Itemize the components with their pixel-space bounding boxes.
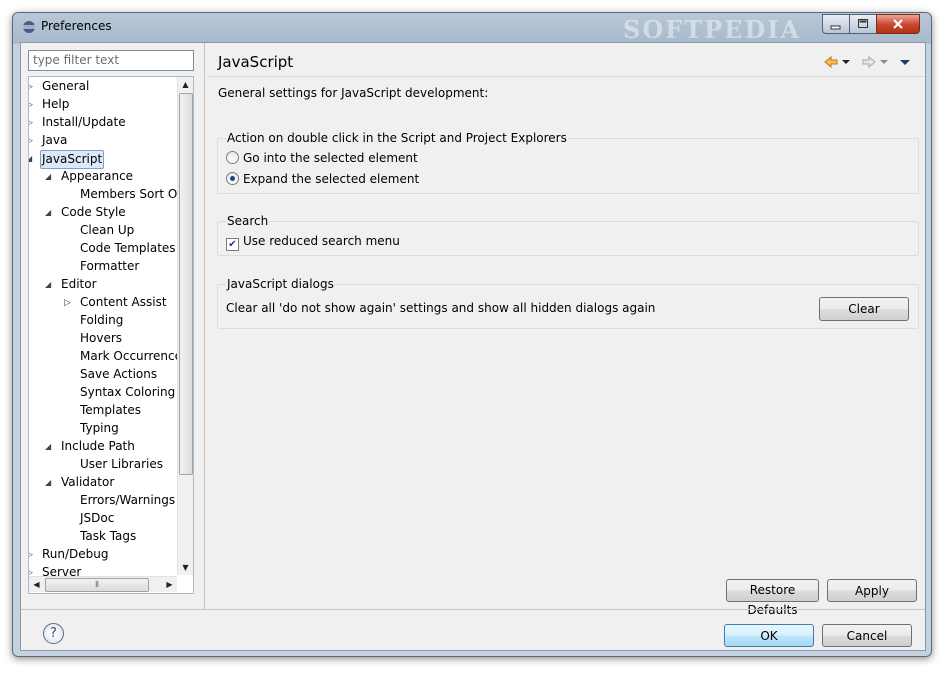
tree-item-label: Java	[42, 133, 68, 147]
forward-arrow-icon[interactable]	[861, 54, 877, 70]
clear-button[interactable]: Clear	[819, 297, 909, 321]
tree-horizontal-scrollbar[interactable]: ◀ ⦀ ▶	[29, 576, 177, 592]
footer-separator	[21, 609, 925, 610]
expanded-arrow-icon[interactable]	[45, 276, 55, 294]
tree-item-label: Hovers	[80, 331, 123, 345]
reduced-search-checkbox-row[interactable]: ✔ Use reduced search menu	[226, 233, 400, 251]
expanded-arrow-icon[interactable]	[45, 474, 55, 492]
title-bar[interactable]: Preferences SOFTPEDIA	[13, 13, 931, 44]
expanded-arrow-icon[interactable]	[45, 204, 55, 222]
cancel-button[interactable]: Cancel	[822, 624, 912, 647]
tree-vertical-scrollbar[interactable]: ▲ ▼	[177, 77, 193, 575]
expanded-arrow-icon[interactable]	[29, 150, 36, 168]
collapsed-arrow-icon[interactable]	[29, 96, 36, 114]
reduced-search-checkbox[interactable]: ✔	[226, 238, 239, 251]
tree-item-label: Members Sort O	[80, 187, 178, 201]
tree-item-label: Errors/Warnings	[80, 493, 176, 507]
tree-item-label: Validator	[61, 475, 115, 489]
apply-button[interactable]: Apply	[827, 579, 917, 602]
preferences-window: Preferences SOFTPEDIA ServerRun/DebugTas…	[12, 12, 932, 657]
ok-button[interactable]: OK	[724, 624, 814, 647]
scroll-down-icon[interactable]: ▼	[178, 560, 193, 575]
radio-button[interactable]	[226, 172, 239, 185]
tree-item-label: Mark Occurrence	[80, 349, 183, 363]
tree-item-label: User Libraries	[80, 457, 163, 471]
double-click-group-title: Action on double click in the Script and…	[226, 131, 568, 145]
watermark: SOFTPEDIA	[623, 15, 802, 44]
tree-item-label: JSDoc	[80, 511, 115, 525]
scroll-right-icon[interactable]: ▶	[162, 577, 177, 592]
tree-item-label: Code Templates	[80, 241, 176, 255]
restore-defaults-button[interactable]: Restore Defaults	[726, 579, 819, 617]
forward-dropdown-icon[interactable]	[879, 54, 889, 70]
collapsed-arrow-icon[interactable]	[29, 114, 36, 132]
close-icon	[893, 19, 903, 29]
tree-item-label: Editor	[61, 277, 97, 291]
collapsed-arrow-icon[interactable]	[29, 546, 36, 564]
tree-item-label: Help	[42, 97, 70, 111]
tree-item-label: Syntax Coloring	[80, 385, 176, 399]
filter-input[interactable]	[29, 51, 195, 68]
minimize-icon	[830, 25, 841, 30]
minimize-button[interactable]	[822, 14, 850, 34]
scroll-up-icon[interactable]: ▲	[178, 77, 193, 92]
tree-item-label: Install/Update	[42, 115, 126, 129]
filter-field[interactable]	[28, 50, 195, 71]
radio-expand[interactable]: Expand the selected element	[226, 171, 419, 187]
reduced-search-label: Use reduced search menu	[243, 234, 400, 248]
radio-go-into[interactable]: Go into the selected element	[226, 150, 418, 166]
search-group: Search ✔ Use reduced search menu	[217, 214, 919, 256]
tree-item-label: Folding	[80, 313, 124, 327]
tree-item-label: Clean Up	[80, 223, 135, 237]
radio-button[interactable]	[226, 151, 239, 164]
tree-item-label: Code Style	[61, 205, 126, 219]
scroll-thumb-horizontal[interactable]: ⦀	[45, 578, 149, 592]
pane-splitter[interactable]	[204, 43, 205, 609]
collapsed-arrow-icon[interactable]	[64, 294, 74, 312]
tree-item-label: JavaScript	[40, 150, 105, 169]
tree-item-label: Content Assist	[80, 295, 167, 309]
expanded-arrow-icon[interactable]	[45, 168, 55, 186]
tree-item-label: Save Actions	[80, 367, 158, 381]
dialogs-group-text: Clear all 'do not show again' settings a…	[226, 301, 656, 315]
tree-item-label: General	[42, 79, 90, 93]
view-menu-icon[interactable]	[899, 54, 911, 70]
dialog-client-area: ServerRun/DebugTask TagsJSDocErrors/Warn…	[20, 42, 926, 651]
page-description: General settings for JavaScript developm…	[218, 86, 489, 100]
preferences-tree[interactable]: ServerRun/DebugTask TagsJSDocErrors/Warn…	[28, 76, 194, 594]
eclipse-icon	[23, 21, 35, 33]
collapsed-arrow-icon[interactable]	[29, 132, 36, 150]
search-group-title: Search	[226, 214, 270, 228]
radio-expand-label: Expand the selected element	[243, 172, 420, 186]
javascript-dialogs-group: JavaScript dialogs Clear all 'do not sho…	[217, 277, 919, 329]
dialogs-group-title: JavaScript dialogs	[226, 277, 335, 291]
back-arrow-icon[interactable]	[823, 54, 839, 70]
page-title: JavaScript	[218, 53, 294, 71]
window-title: Preferences	[41, 19, 112, 33]
expanded-arrow-icon[interactable]	[45, 438, 55, 456]
scroll-left-icon[interactable]: ◀	[29, 577, 44, 592]
tree-item-label: Run/Debug	[42, 547, 109, 561]
tree-item-label: Task Tags	[80, 529, 137, 543]
collapsed-arrow-icon[interactable]	[29, 78, 36, 96]
scroll-thumb[interactable]	[179, 93, 193, 475]
tree-item-label: Templates	[80, 403, 142, 417]
title-separator	[207, 76, 925, 77]
help-icon[interactable]: ?	[43, 623, 64, 644]
close-button[interactable]	[876, 14, 920, 34]
maximize-icon	[858, 19, 868, 28]
radio-go-into-label: Go into the selected element	[243, 151, 418, 165]
tree-item-label: Include Path	[61, 439, 135, 453]
double-click-group: Action on double click in the Script and…	[217, 131, 919, 194]
tree-item-label: Appearance	[61, 169, 134, 183]
tree-item-label: Formatter	[80, 259, 140, 273]
back-dropdown-icon[interactable]	[841, 54, 851, 70]
tree-item-label: Typing	[80, 421, 119, 435]
maximize-button[interactable]	[849, 14, 877, 34]
